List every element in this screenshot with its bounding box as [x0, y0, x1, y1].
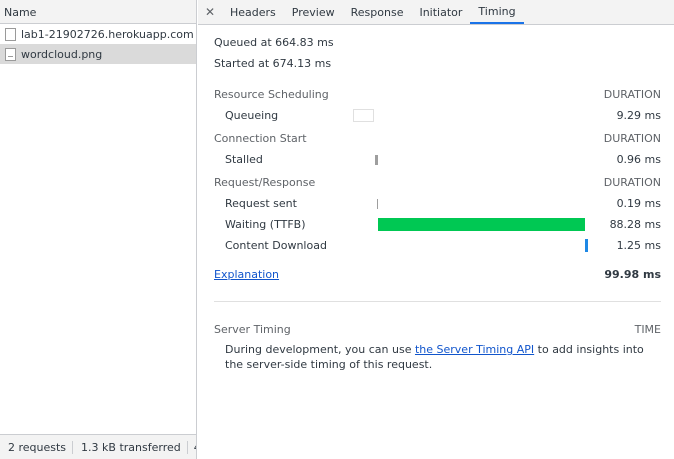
- image-file-icon: [5, 47, 16, 61]
- section-connection-start: Connection Start DURATION: [214, 126, 661, 149]
- timing-value: 9.29 ms: [616, 109, 661, 122]
- timing-row-queueing: Queueing 9.29 ms: [214, 105, 661, 126]
- timing-panel: Queued at 664.83 ms Started at 674.13 ms…: [198, 25, 674, 459]
- time-header: TIME: [634, 323, 661, 336]
- close-icon[interactable]: ✕: [198, 0, 222, 24]
- waiting-bar: [378, 218, 585, 231]
- resources-size: 47.9: [188, 441, 196, 454]
- server-timing-header: Server Timing TIME: [214, 323, 661, 336]
- timing-row-stalled: Stalled 0.96 ms: [214, 149, 661, 170]
- document-icon: [5, 27, 16, 41]
- request-sent-bar: [377, 198, 378, 209]
- section-resource-scheduling: Resource Scheduling DURATION: [214, 82, 661, 105]
- section-title: Server Timing: [214, 323, 291, 336]
- content-download-bar: [585, 239, 588, 252]
- timing-label: Content Download: [225, 239, 327, 252]
- server-timing-description: During development, you can use the Serv…: [225, 342, 661, 372]
- description-text: During development, you can use: [225, 343, 415, 356]
- request-name: lab1-21902726.herokuapp.com: [21, 27, 194, 41]
- duration-header: DURATION: [603, 88, 661, 101]
- request-details-pane: ✕ Headers Preview Response Initiator Tim…: [198, 0, 674, 459]
- tab-timing[interactable]: Timing: [470, 0, 524, 24]
- request-list-pane: Name lab1-21902726.herokuapp.com wordclo…: [0, 0, 197, 459]
- queued-at: Queued at 664.83 ms: [214, 36, 334, 49]
- request-row[interactable]: lab1-21902726.herokuapp.com: [0, 24, 196, 44]
- request-row-selected[interactable]: wordcloud.png: [0, 44, 196, 64]
- section-request-response: Request/Response DURATION: [214, 170, 661, 193]
- timing-row-waiting: Waiting (TTFB) 88.28 ms: [214, 214, 661, 235]
- timing-label: Request sent: [225, 197, 297, 210]
- tab-headers[interactable]: Headers: [222, 0, 284, 24]
- explanation-link[interactable]: Explanation: [214, 268, 279, 281]
- tab-response[interactable]: Response: [343, 0, 412, 24]
- section-title: Request/Response: [214, 176, 316, 189]
- total-row: Explanation 99.98 ms: [214, 263, 661, 285]
- timing-row-request-sent: Request sent 0.19 ms: [214, 193, 661, 214]
- status-bar: 2 requests 1.3 kB transferred 47.9: [0, 434, 196, 459]
- duration-header: DURATION: [603, 132, 661, 145]
- details-tabbar: ✕ Headers Preview Response Initiator Tim…: [198, 0, 674, 25]
- started-at: Started at 674.13 ms: [214, 57, 332, 70]
- timing-value: 88.28 ms: [609, 218, 661, 231]
- tab-initiator[interactable]: Initiator: [411, 0, 470, 24]
- timing-value: 0.96 ms: [616, 153, 661, 166]
- section-title: Resource Scheduling: [214, 88, 329, 101]
- timing-row-content-download: Content Download 1.25 ms: [214, 235, 661, 256]
- name-column-header[interactable]: Name: [0, 0, 196, 24]
- timing-value: 1.25 ms: [616, 239, 661, 252]
- timing-value: 0.19 ms: [616, 197, 661, 210]
- total-duration: 99.98 ms: [604, 267, 661, 281]
- request-count: 2 requests: [0, 440, 74, 454]
- request-name: wordcloud.png: [21, 47, 103, 61]
- stalled-bar: [375, 154, 378, 165]
- timing-label: Stalled: [225, 153, 263, 166]
- divider: [214, 301, 661, 302]
- duration-header: DURATION: [603, 176, 661, 189]
- timing-label: Queueing: [225, 109, 279, 122]
- tab-preview[interactable]: Preview: [284, 0, 343, 24]
- section-title: Connection Start: [214, 132, 307, 145]
- server-timing-api-link[interactable]: the Server Timing API: [415, 343, 534, 356]
- queueing-bar: [353, 109, 374, 122]
- transferred-size: 1.3 kB transferred: [73, 440, 188, 454]
- timing-label: Waiting (TTFB): [225, 218, 306, 231]
